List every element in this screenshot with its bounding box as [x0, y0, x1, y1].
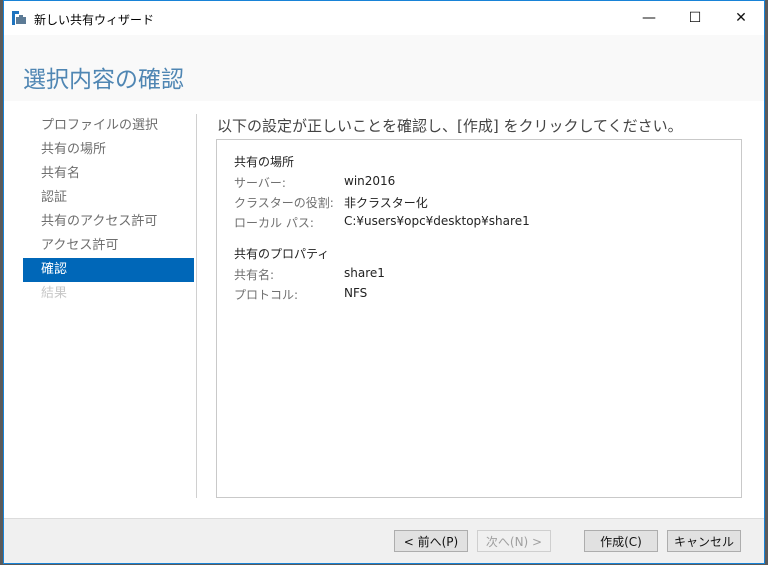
maximize-icon: ☐: [688, 10, 702, 26]
page-title: 選択内容の確認: [23, 67, 184, 93]
row-value: share1: [344, 266, 385, 280]
summary-box: 共有の場所 サーバー: win2016 クラスターの役割: 非クラスター化 ローカル…: [216, 139, 742, 498]
step-share-name[interactable]: 共有名: [23, 162, 194, 186]
row-key: クラスターの役割:: [234, 196, 334, 210]
minimize-icon: —: [642, 10, 656, 26]
step-share-location[interactable]: 共有の場所: [23, 138, 194, 162]
maximize-button[interactable]: ☐: [672, 1, 718, 35]
minimize-button[interactable]: —: [626, 1, 672, 35]
summary-row: 共有名: share1: [234, 266, 385, 283]
window-title: 新しい共有ウィザード: [34, 13, 155, 27]
wizard-body: プロファイルの選択 共有の場所 共有名 認証 共有のアクセス許可 アクセス許可 …: [4, 101, 764, 518]
summary-row: クラスターの役割: 非クラスター化: [234, 194, 428, 211]
close-button[interactable]: ✕: [718, 1, 764, 35]
row-key: サーバー:: [234, 176, 286, 190]
row-key: 共有名:: [234, 268, 275, 282]
step-profile[interactable]: プロファイルの選択: [23, 114, 194, 138]
create-button[interactable]: 作成(C): [584, 530, 658, 552]
step-confirmation[interactable]: 確認: [23, 258, 194, 282]
divider: [196, 114, 197, 498]
summary-row: ローカル パス: C:¥users¥opc¥desktop¥share1: [234, 214, 530, 231]
wizard-window: 新しい共有ウィザード — ☐ ✕ 選択内容の確認 プロファイルの選択 共有の場所…: [3, 0, 765, 564]
section-share-properties: 共有のプロパティ: [234, 247, 330, 261]
step-share-permissions[interactable]: 共有のアクセス許可: [23, 210, 194, 234]
row-value: win2016: [344, 174, 396, 188]
wizard-footer: < 前へ(P) 次へ(N) > 作成(C) キャンセル: [4, 518, 764, 563]
instruction-heading: 以下の設定が正しいことを確認し、[作成] をクリックしてください。: [217, 117, 683, 135]
section-share-location: 共有の場所: [234, 155, 295, 169]
close-icon: ✕: [735, 10, 747, 26]
share-wizard-icon: [12, 11, 26, 25]
wizard-header: 選択内容の確認: [4, 35, 764, 101]
previous-button[interactable]: < 前へ(P): [394, 530, 468, 552]
cancel-button[interactable]: キャンセル: [667, 530, 741, 552]
next-button: 次へ(N) >: [477, 530, 551, 552]
row-value: 非クラスター化: [344, 196, 428, 210]
row-key: プロトコル:: [234, 288, 299, 302]
step-permissions[interactable]: アクセス許可: [23, 234, 194, 258]
row-value: C:¥users¥opc¥desktop¥share1: [344, 214, 530, 228]
row-value: NFS: [344, 286, 368, 300]
step-results: 結果: [41, 286, 68, 301]
step-authentication[interactable]: 認証: [23, 186, 194, 210]
wizard-steps: プロファイルの選択 共有の場所 共有名 認証 共有のアクセス許可 アクセス許可 …: [23, 114, 194, 306]
summary-row: サーバー: win2016: [234, 174, 395, 191]
row-key: ローカル パス:: [234, 216, 314, 230]
title-bar: 新しい共有ウィザード — ☐ ✕: [4, 1, 764, 35]
summary-row: プロトコル: NFS: [234, 286, 367, 303]
